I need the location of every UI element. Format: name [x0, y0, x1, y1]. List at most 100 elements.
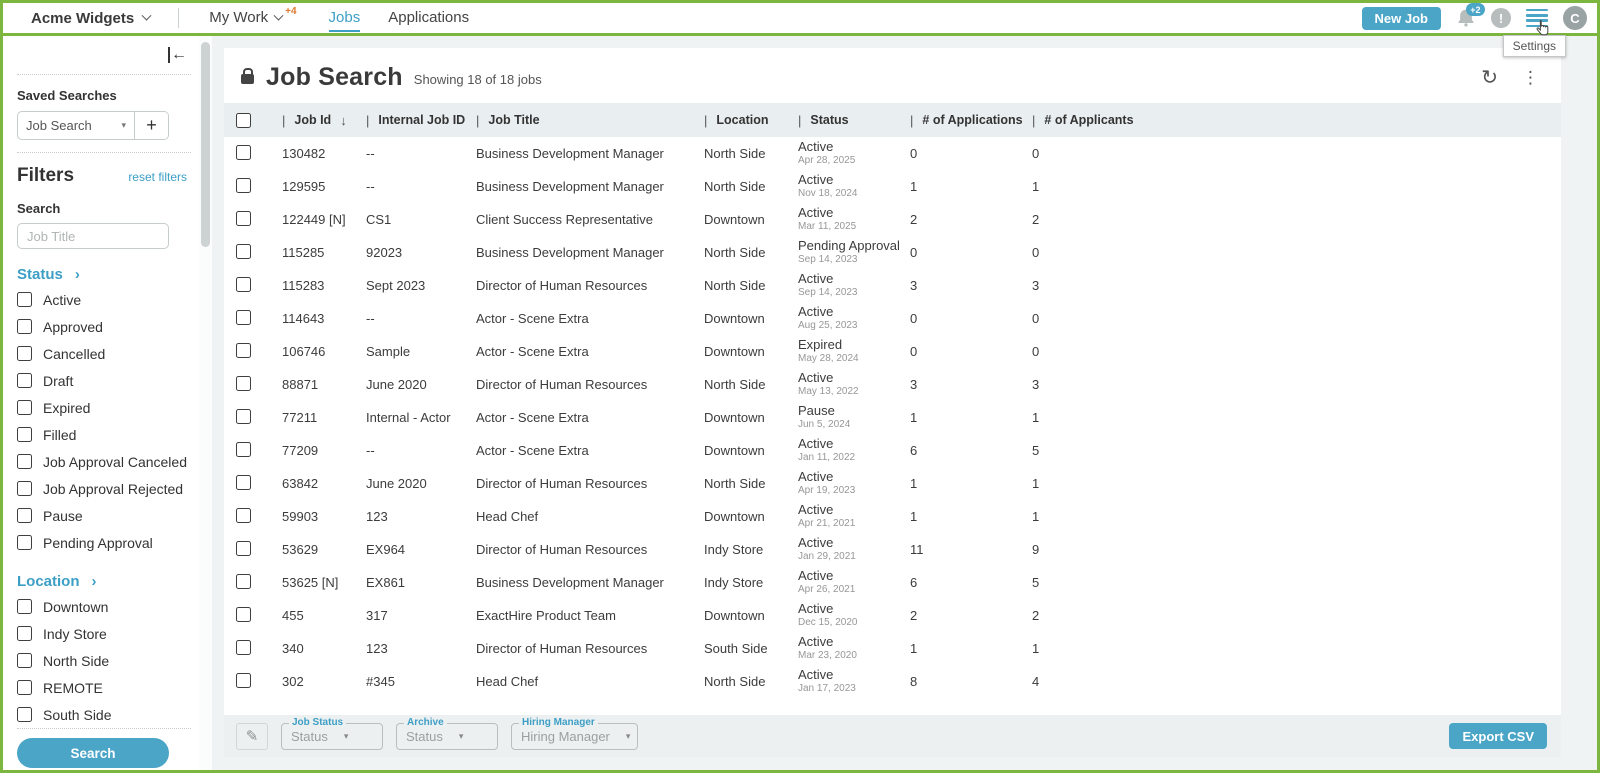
notifications-bell-icon[interactable]: +2 [1456, 8, 1476, 28]
select-all-checkbox[interactable] [236, 113, 251, 128]
checkbox[interactable] [17, 346, 32, 361]
saved-search-select[interactable]: Job Search ▾ [18, 112, 134, 139]
job-title-search-input[interactable] [17, 223, 169, 249]
checkbox[interactable] [17, 292, 32, 307]
company-switcher[interactable]: Acme Widgets [31, 10, 150, 27]
table-row[interactable]: 63842June 2020Director of Human Resource… [224, 467, 1561, 500]
row-checkbox[interactable] [236, 343, 251, 358]
checkbox[interactable] [17, 535, 32, 550]
table-row[interactable]: 129595--Business Development ManagerNort… [224, 170, 1561, 203]
table-row[interactable]: 340123Director of Human ResourcesSouth S… [224, 632, 1561, 665]
table-row[interactable]: 130482--Business Development ManagerNort… [224, 137, 1561, 170]
location-filter-option[interactable]: South Side [17, 701, 199, 728]
status-filter-option[interactable]: Job Approval Rejected [17, 475, 199, 502]
row-checkbox[interactable] [236, 178, 251, 193]
status-filter-option[interactable]: Pending Approval [17, 529, 199, 556]
status-filter-option[interactable]: Draft [17, 367, 199, 394]
checkbox[interactable] [17, 653, 32, 668]
row-checkbox[interactable] [236, 310, 251, 325]
row-checkbox[interactable] [236, 673, 251, 688]
column-internal-job-id[interactable]: | Internal Job ID [366, 113, 476, 128]
checkbox[interactable] [17, 707, 32, 722]
chevron-down-icon [142, 10, 152, 20]
settings-menu-icon[interactable]: Settings [1526, 9, 1548, 27]
location-section-toggle[interactable]: Location › [17, 573, 199, 590]
checkbox[interactable] [17, 400, 32, 415]
row-checkbox[interactable] [236, 607, 251, 622]
status-filter-option[interactable]: Filled [17, 421, 199, 448]
refresh-icon[interactable]: ↻ [1481, 65, 1498, 90]
table-row[interactable]: 53629EX964Director of Human ResourcesInd… [224, 533, 1561, 566]
status-filter-option[interactable]: Active [17, 286, 199, 313]
column-location[interactable]: | Location [704, 113, 798, 128]
table-row[interactable]: 53625 [N]EX861Business Development Manag… [224, 566, 1561, 599]
checkbox[interactable] [17, 373, 32, 388]
location-filter-option[interactable]: Downtown [17, 593, 199, 620]
table-row[interactable]: 114643--Actor - Scene ExtraDowntownActiv… [224, 302, 1561, 335]
checkbox[interactable] [17, 626, 32, 641]
collapse-sidebar-icon[interactable]: ← [168, 47, 187, 63]
edit-pencil-icon[interactable]: ✎ [236, 723, 268, 750]
status-filter-option[interactable]: Cancelled [17, 340, 199, 367]
row-checkbox[interactable] [236, 640, 251, 655]
row-checkbox[interactable] [236, 244, 251, 259]
column-job-id[interactable]: | Job Id ↓ [282, 113, 366, 128]
status-filter-option[interactable]: Pause [17, 502, 199, 529]
column-status[interactable]: | Status [798, 113, 910, 128]
checkbox[interactable] [17, 599, 32, 614]
new-job-button[interactable]: New Job [1362, 7, 1441, 30]
row-checkbox[interactable] [236, 508, 251, 523]
location-filter-option[interactable]: REMOTE [17, 674, 199, 701]
table-row[interactable]: 11528592023Business Development ManagerN… [224, 236, 1561, 269]
job-status-select[interactable]: Job Status Status ▾ [281, 723, 383, 750]
column-num-applicants[interactable]: | # of Applicants [1032, 113, 1561, 128]
scrollbar-thumb[interactable] [201, 42, 210, 247]
row-checkbox[interactable] [236, 145, 251, 160]
location-filter-option[interactable]: North Side [17, 647, 199, 674]
checkbox[interactable] [17, 454, 32, 469]
status-filter-option[interactable]: Job Approval Canceled [17, 448, 199, 475]
status-filter-option[interactable]: Approved [17, 313, 199, 340]
table-row[interactable]: 77209--Actor - Scene ExtraDowntownActive… [224, 434, 1561, 467]
alerts-icon[interactable]: ! [1491, 8, 1511, 28]
row-checkbox[interactable] [236, 442, 251, 457]
add-saved-search-button[interactable]: + [134, 112, 168, 139]
archive-select[interactable]: Archive Status ▾ [396, 723, 498, 750]
sidebar-scrollbar[interactable] [199, 36, 212, 770]
checkbox[interactable] [17, 319, 32, 334]
table-row[interactable]: 106746SampleActor - Scene ExtraDowntownE… [224, 335, 1561, 368]
table-row[interactable]: 88871June 2020Director of Human Resource… [224, 368, 1561, 401]
checkbox[interactable] [17, 508, 32, 523]
hiring-manager-select[interactable]: Hiring Manager Hiring Manager ▾ [511, 723, 638, 750]
row-checkbox[interactable] [236, 211, 251, 226]
column-job-title[interactable]: | Job Title [476, 113, 704, 128]
row-checkbox[interactable] [236, 376, 251, 391]
table-row[interactable]: 77211Internal - ActorActor - Scene Extra… [224, 401, 1561, 434]
checkbox[interactable] [17, 427, 32, 442]
table-row[interactable]: 115283Sept 2023Director of Human Resourc… [224, 269, 1561, 302]
row-checkbox[interactable] [236, 475, 251, 490]
status-section-toggle[interactable]: Status › [17, 266, 199, 283]
row-checkbox[interactable] [236, 574, 251, 589]
row-checkbox[interactable] [236, 541, 251, 556]
table-row[interactable]: 455317ExactHire Product TeamDowntownActi… [224, 599, 1561, 632]
location-filter-option[interactable]: Indy Store [17, 620, 199, 647]
checkbox[interactable] [17, 680, 32, 695]
table-row[interactable]: 122449 [N]CS1Client Success Representati… [224, 203, 1561, 236]
row-checkbox[interactable] [236, 409, 251, 424]
table-row[interactable]: 302#345Head ChefNorth SideActiveJan 17, … [224, 665, 1561, 698]
reset-filters-link[interactable]: reset filters [128, 170, 187, 184]
status-filter-option[interactable]: Expired [17, 394, 199, 421]
column-num-applications[interactable]: | # of Applications [910, 113, 1032, 128]
export-csv-button[interactable]: Export CSV [1449, 723, 1547, 749]
row-checkbox[interactable] [236, 277, 251, 292]
nav-jobs[interactable]: Jobs [329, 5, 361, 32]
kebab-menu-icon[interactable]: ⋮ [1522, 68, 1539, 88]
divider [17, 74, 191, 75]
apply-filters-search-button[interactable]: Search [17, 738, 169, 768]
nav-applications[interactable]: Applications [388, 5, 469, 32]
user-avatar[interactable]: C [1563, 6, 1587, 30]
table-row[interactable]: 59903123Head ChefDowntownActiveApr 21, 2… [224, 500, 1561, 533]
nav-my-work[interactable]: My Work +4 [209, 5, 300, 32]
checkbox[interactable] [17, 481, 32, 496]
